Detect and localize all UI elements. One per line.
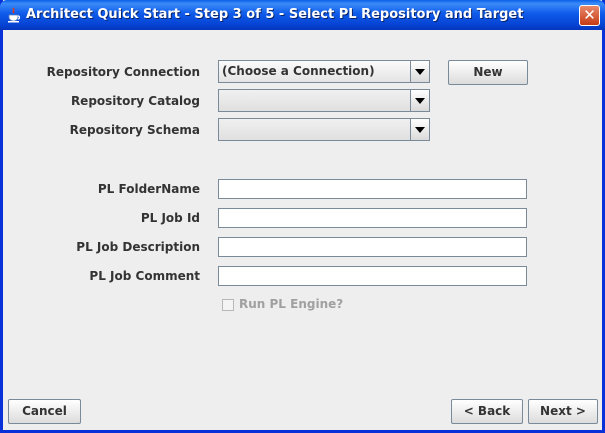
pl-job-comment-label: PL Job Comment <box>89 269 200 283</box>
pl-folder-name-input[interactable] <box>218 179 527 199</box>
java-cup-icon <box>6 7 22 23</box>
pl-job-comment-label-wrap: PL Job Comment <box>3 269 200 289</box>
pl-job-description-input[interactable] <box>218 237 527 257</box>
title-bar[interactable]: Architect Quick Start - Step 3 of 5 - Se… <box>0 0 605 30</box>
repository-catalog-label: Repository Catalog <box>70 94 200 108</box>
repository-schema-label-wrap: Repository Schema <box>3 123 200 143</box>
pl-folder-label-wrap: PL FolderName <box>3 182 200 202</box>
run-pl-engine-label: Run PL Engine? <box>239 297 344 311</box>
repository-connection-label: Repository Connection <box>46 65 200 79</box>
next-button[interactable]: Next > <box>528 399 598 424</box>
pl-job-id-label: PL Job Id <box>140 211 200 225</box>
pl-job-description-label-wrap: PL Job Description <box>3 240 200 260</box>
chevron-down-icon[interactable] <box>410 119 429 140</box>
repository-catalog-select[interactable] <box>218 89 430 112</box>
pl-job-comment-input[interactable] <box>218 266 527 286</box>
pl-job-id-input[interactable] <box>218 208 527 228</box>
pl-job-description-label: PL Job Description <box>76 240 200 254</box>
window-title: Architect Quick Start - Step 3 of 5 - Se… <box>26 7 524 22</box>
close-icon: ✕ <box>583 6 596 24</box>
wizard-content: Repository Connection (Choose a Connecti… <box>3 30 602 430</box>
pl-folder-label: PL FolderName <box>97 182 200 196</box>
back-button[interactable]: < Back <box>451 399 523 424</box>
repository-connection-label-wrap: Repository Connection <box>3 65 200 85</box>
close-button[interactable]: ✕ <box>579 5 600 26</box>
repository-connection-value: (Choose a Connection) <box>222 64 375 78</box>
cancel-button[interactable]: Cancel <box>8 399 81 424</box>
repository-catalog-label-wrap: Repository Catalog <box>3 94 200 114</box>
run-pl-engine-checkbox[interactable] <box>222 299 234 311</box>
repository-schema-label: Repository Schema <box>69 123 200 137</box>
chevron-down-icon[interactable] <box>410 90 429 111</box>
repository-connection-select[interactable]: (Choose a Connection) <box>218 60 430 83</box>
repository-schema-select[interactable] <box>218 118 430 141</box>
chevron-down-icon[interactable] <box>410 61 429 82</box>
dialog-window: Architect Quick Start - Step 3 of 5 - Se… <box>0 0 605 433</box>
pl-job-id-label-wrap: PL Job Id <box>3 211 200 231</box>
new-connection-button[interactable]: New <box>448 60 528 85</box>
